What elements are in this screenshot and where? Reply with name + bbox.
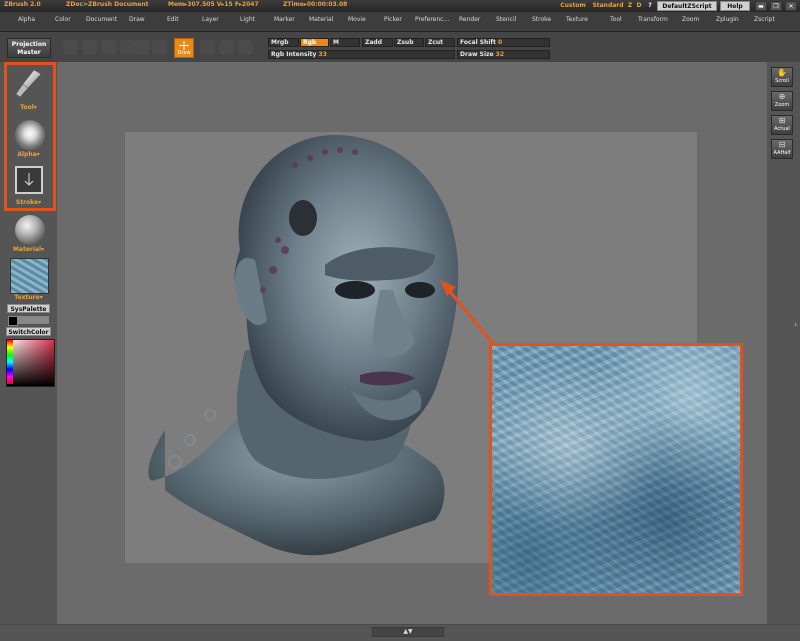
- menu-material[interactable]: Material: [309, 16, 333, 23]
- memory-stats: Mem▸307.505 V▸15 F▸2047: [168, 1, 259, 8]
- menu-transform[interactable]: Transform: [638, 16, 668, 23]
- primary-color-swatch[interactable]: [8, 316, 18, 326]
- highlight-box: [4, 62, 56, 211]
- rotate-icon[interactable]: [120, 40, 135, 55]
- texture-thumbnail[interactable]: [10, 258, 49, 294]
- actual-button[interactable]: ⊞ Actual: [771, 115, 793, 135]
- focal-shift-value: 0: [497, 39, 503, 46]
- rgb-intensity-value: 33: [318, 51, 327, 58]
- menu-zscript[interactable]: Zscript: [754, 16, 775, 23]
- menu-edit[interactable]: Edit: [167, 16, 179, 23]
- zoom-icon: ⊕: [778, 92, 786, 101]
- menu-preferences[interactable]: Preferenc…: [415, 16, 449, 23]
- rgb-intensity-slider[interactable]: Rgb Intensity 33: [268, 50, 455, 59]
- draw-size-value: 32: [495, 51, 505, 58]
- help-question-button[interactable]: ?: [645, 1, 655, 11]
- shelf-button-icon[interactable]: [238, 40, 253, 55]
- switchcolor-button[interactable]: SwitchColor: [6, 327, 51, 336]
- default-zscript-button[interactable]: DefaultZScript: [657, 1, 717, 11]
- focal-shift-label: Focal Shift: [460, 39, 496, 46]
- mrgb-button[interactable]: Mrgb: [268, 38, 299, 47]
- document-name: ZDoc>ZBrush Document: [66, 1, 149, 8]
- rgb-intensity-label: Rgb Intensity: [271, 51, 317, 58]
- texture-text: Texture: [14, 294, 40, 301]
- zsub-button[interactable]: Zsub: [394, 38, 424, 47]
- zcut-button[interactable]: Zcut: [425, 38, 455, 47]
- syspalette-button[interactable]: SysPalette: [7, 304, 50, 313]
- menu-picker[interactable]: Picker: [384, 16, 402, 23]
- rgb-button[interactable]: Rgb: [300, 38, 329, 47]
- scroll-button[interactable]: ✋ Scroll: [771, 67, 793, 87]
- shelf-button-icon[interactable]: [219, 40, 234, 55]
- menu-texture[interactable]: Texture: [566, 16, 588, 23]
- sculpted-head-model: [148, 135, 459, 556]
- secondary-color-swatch[interactable]: [18, 316, 49, 324]
- aahalf-icon: ⊟: [778, 140, 786, 149]
- actual-icon: ⊞: [778, 116, 786, 125]
- zadd-button[interactable]: Zadd: [362, 38, 393, 47]
- menu-bar: Alpha Color Document Draw Edit Layer Lig…: [0, 12, 800, 32]
- material-sphere-icon[interactable]: [15, 215, 45, 245]
- help-button[interactable]: Help: [720, 1, 750, 11]
- shelf-button-icon[interactable]: [200, 40, 215, 55]
- menu-zoom[interactable]: Zoom: [682, 16, 699, 23]
- bottom-tray-toggle-icon[interactable]: ▲▼: [372, 627, 444, 637]
- right-tray-collapse-icon[interactable]: ›: [794, 320, 797, 329]
- restore-icon[interactable]: ❐: [770, 1, 782, 11]
- shelf-button-icon[interactable]: [152, 40, 167, 55]
- zoom-label: Zoom: [774, 102, 790, 108]
- menu-stroke[interactable]: Stroke: [532, 16, 551, 23]
- app-title: ZBrush 2.0: [4, 1, 41, 8]
- edit-icon[interactable]: [63, 40, 78, 55]
- z-button[interactable]: Z: [626, 1, 634, 11]
- color-picker[interactable]: [6, 339, 55, 387]
- menu-marker[interactable]: Marker: [274, 16, 295, 23]
- texture-closeup-callout: [489, 343, 743, 596]
- menu-layer[interactable]: Layer: [202, 16, 219, 23]
- move-icon[interactable]: [82, 40, 97, 55]
- scale-icon[interactable]: [101, 40, 116, 55]
- zoom-button[interactable]: ⊕ Zoom: [771, 91, 793, 111]
- scroll-icon: ✋: [777, 68, 787, 77]
- menu-movie[interactable]: Movie: [348, 16, 366, 23]
- actual-label: Actual: [774, 126, 790, 132]
- texture-label[interactable]: Texture▾: [0, 294, 57, 301]
- menu-stencil[interactable]: Stencil: [496, 16, 516, 23]
- projection-master-button[interactable]: Projection Master: [7, 38, 51, 58]
- draw-size-slider[interactable]: Draw Size 32: [457, 50, 550, 59]
- shelf-button-icon[interactable]: [135, 40, 150, 55]
- menu-alpha[interactable]: Alpha: [18, 16, 35, 23]
- material-label[interactable]: Material▾: [0, 246, 57, 253]
- focal-shift-slider[interactable]: Focal Shift 0: [457, 38, 550, 47]
- scroll-label: Scroll: [775, 78, 789, 84]
- minimize-icon[interactable]: ▬: [755, 1, 767, 11]
- draw-label: Draw: [177, 50, 191, 56]
- standard-button[interactable]: Standard: [591, 1, 625, 11]
- material-text: Material: [12, 246, 42, 253]
- hue-strip[interactable]: [7, 340, 13, 384]
- projection-master-label-1: Projection: [11, 41, 47, 48]
- d-button[interactable]: D: [635, 1, 643, 11]
- ztime-readout: ZTime▸00:00:03.08: [283, 1, 348, 8]
- menu-draw[interactable]: Draw: [129, 16, 145, 23]
- aahalf-button[interactable]: ⊟ AAHalf: [771, 139, 793, 159]
- menu-tool[interactable]: Tool: [610, 16, 622, 23]
- custom-button[interactable]: Custom: [558, 1, 588, 11]
- m-button[interactable]: M: [330, 38, 360, 47]
- menu-render[interactable]: Render: [459, 16, 480, 23]
- menu-zplugin[interactable]: Zplugin: [716, 16, 739, 23]
- close-icon[interactable]: ✕: [785, 1, 797, 11]
- projection-master-label-2: Master: [17, 49, 41, 56]
- aahalf-label: AAHalf: [773, 150, 791, 156]
- menu-light[interactable]: Light: [240, 16, 255, 23]
- menu-color[interactable]: Color: [55, 16, 71, 23]
- draw-size-label: Draw Size: [460, 51, 494, 58]
- menu-document[interactable]: Document: [86, 16, 117, 23]
- draw-button[interactable]: Draw: [174, 38, 194, 58]
